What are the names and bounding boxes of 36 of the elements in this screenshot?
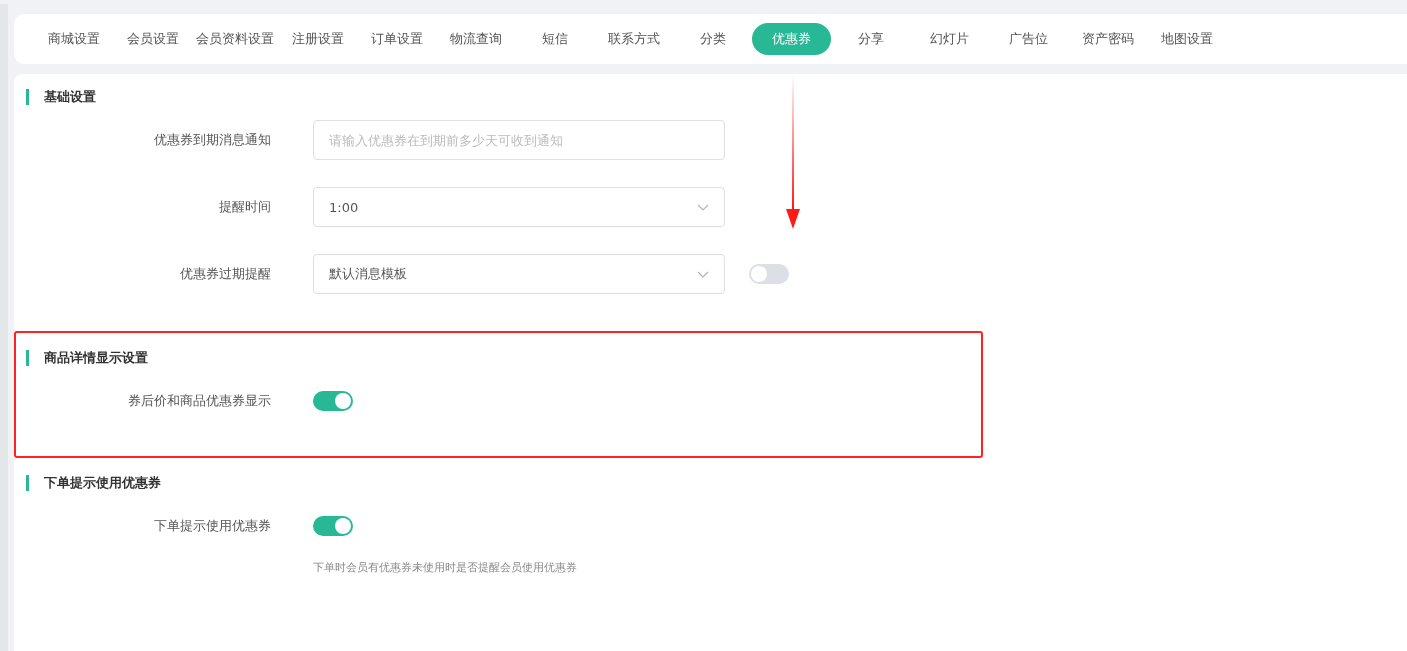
tab[interactable]: 商城设置 [34,23,113,55]
tab[interactable]: 订单设置 [357,23,436,55]
section-title: 商品详情显示设置 [44,349,148,367]
section-marker [26,89,29,105]
tab[interactable]: 物流查询 [436,23,515,55]
section-title: 下单提示使用优惠券 [44,474,161,492]
field-label: 优惠券到期消息通知 [153,131,271,149]
chevron-down-icon [697,270,709,278]
tab[interactable]: 注册设置 [278,23,357,55]
tab[interactable]: 地图设置 [1147,23,1226,55]
tab[interactable]: 分类 [673,23,752,55]
hint-text: 下单时会员有优惠券未使用时是否提醒会员使用优惠券 [313,560,577,575]
input-field[interactable]: 请输入优惠券在到期前多少天可收到通知 [313,120,725,160]
tab[interactable]: 幻灯片 [910,23,989,55]
tab[interactable]: 短信 [515,23,594,55]
section-marker [26,475,29,491]
section-marker [26,350,29,366]
tab[interactable]: 分享 [831,23,910,55]
select-field[interactable]: 默认消息模板 [313,254,725,294]
chevron-down-icon [697,203,709,211]
field-label: 提醒时间 [218,198,271,216]
toggle-switch[interactable] [313,516,353,536]
tab[interactable]: 广告位 [989,23,1068,55]
section-title: 基础设置 [44,88,96,106]
select-value: 1:00 [329,199,359,215]
tab[interactable]: 会员资料设置 [192,23,278,55]
select-value: 默认消息模板 [329,265,407,283]
field-label: 下单提示使用优惠券 [153,517,271,535]
tab[interactable]: 联系方式 [594,23,673,55]
select-field[interactable]: 1:00 [313,187,725,227]
field-label: 优惠券过期提醒 [179,265,271,283]
tab[interactable]: 资产密码 [1068,23,1147,55]
tab[interactable]: 会员设置 [113,23,192,55]
toggle-switch[interactable] [313,391,353,411]
toggle-switch[interactable] [749,264,789,284]
field-label: 券后价和商品优惠券显示 [127,392,271,410]
